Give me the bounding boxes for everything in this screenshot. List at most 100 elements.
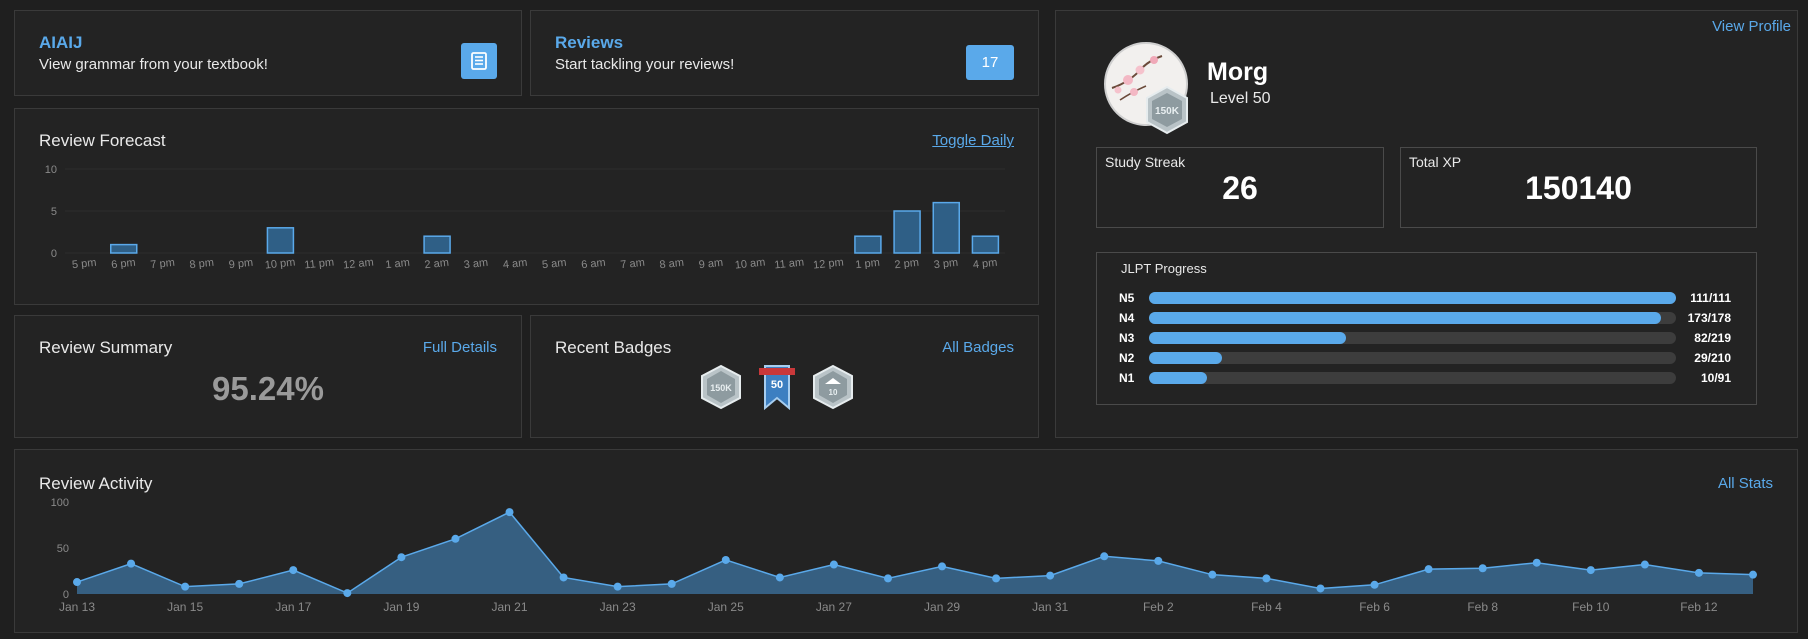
- activity-point: [1532, 558, 1541, 567]
- activity-point: [992, 574, 1001, 583]
- activity-point: [613, 582, 622, 591]
- forecast-x-tick: 5 am: [541, 257, 567, 269]
- reviews-card[interactable]: Reviews Start tackling your reviews! 17: [530, 10, 1039, 96]
- jlpt-row-n1: N1 10/91: [1119, 370, 1731, 386]
- jlpt-level-label: N2: [1119, 351, 1135, 365]
- activity-point: [1208, 570, 1217, 579]
- forecast-x-tick: 9 pm: [228, 257, 254, 269]
- activity-x-tick: Feb 12: [1680, 600, 1718, 614]
- activity-point: [451, 534, 460, 543]
- total-xp-value: 150140: [1525, 170, 1632, 206]
- activity-point: [1478, 564, 1487, 573]
- study-streak-value: 26: [1222, 170, 1258, 206]
- all-badges-link[interactable]: All Badges: [942, 339, 1014, 356]
- reviews-count-button[interactable]: 17: [966, 45, 1014, 80]
- jlpt-progress-fill: [1149, 312, 1662, 324]
- activity-point: [1749, 570, 1757, 579]
- jlpt-row-n2: N2 29/210: [1119, 350, 1731, 366]
- recent-badges-title: Recent Badges: [555, 338, 672, 357]
- reviews-card-title[interactable]: Reviews: [555, 33, 623, 53]
- xp-badge-icon: 150K: [1146, 85, 1188, 135]
- activity-x-tick: Jan 15: [167, 600, 203, 614]
- activity-point: [1640, 560, 1649, 569]
- total-xp-box: Total XP 150140: [1400, 147, 1757, 228]
- activity-x-tick: Jan 27: [816, 600, 852, 614]
- toggle-daily-link[interactable]: Toggle Daily: [932, 132, 1014, 149]
- badge-150k-label: 150K: [710, 383, 732, 393]
- forecast-bar: [932, 201, 960, 254]
- review-forecast-title: Review Forecast: [39, 131, 166, 150]
- badge-150k-icon[interactable]: 150K: [699, 364, 743, 410]
- forecast-x-tick: 11 am: [774, 256, 805, 269]
- forecast-x-tick: 8 am: [659, 257, 685, 269]
- badge-snow-icon[interactable]: 10: [811, 364, 855, 410]
- review-forecast-chart: 0 5 10 5 pm 6 pm 7 pm 8 pm 9 pm 10 pm 11 pm 12 am 1…: [45, 164, 1005, 269]
- forecast-y-tick: 10: [45, 164, 57, 176]
- avatar-badge-text: 150K: [1155, 106, 1180, 117]
- jlpt-level-label: N1: [1119, 371, 1135, 385]
- grammar-button[interactable]: [461, 43, 497, 79]
- activity-point: [397, 553, 406, 562]
- jlpt-row-n5: N5 111/111: [1119, 290, 1731, 306]
- forecast-x-tick: 7 pm: [150, 257, 176, 269]
- activity-x-tick: Feb 10: [1572, 600, 1610, 614]
- full-details-link[interactable]: Full Details: [423, 339, 497, 356]
- total-xp-label: Total XP: [1409, 154, 1462, 170]
- jlpt-row-n3: N3 82/219: [1119, 330, 1731, 346]
- grammar-card-title[interactable]: AIAIJ: [39, 33, 82, 53]
- activity-x-tick: Jan 21: [492, 600, 528, 614]
- activity-point: [235, 579, 244, 588]
- activity-x-tick: Feb 4: [1251, 600, 1282, 614]
- forecast-y-tick: 0: [51, 248, 57, 260]
- activity-area: [77, 512, 1753, 594]
- forecast-x-tick: 6 am: [581, 257, 607, 269]
- activity-point: [1046, 571, 1055, 580]
- grammar-card[interactable]: AIAIJ View grammar from your textbook!: [14, 10, 522, 96]
- jlpt-level-label: N4: [1119, 311, 1135, 325]
- reviews-card-subtitle: Start tackling your reviews!: [555, 56, 735, 73]
- jlpt-level-label: N3: [1119, 331, 1135, 345]
- jlpt-progress-value: 29/210: [1694, 351, 1731, 365]
- forecast-x-tick: 4 am: [502, 257, 528, 269]
- forecast-bar: [266, 227, 295, 254]
- activity-point: [1262, 574, 1271, 583]
- activity-point: [127, 559, 136, 568]
- activity-point: [289, 566, 298, 575]
- view-profile-link[interactable]: View Profile: [1712, 18, 1791, 35]
- activity-point: [73, 578, 81, 587]
- jlpt-row-n4: N4 173/178: [1119, 310, 1731, 326]
- jlpt-progress-value: 111/111: [1690, 291, 1731, 305]
- review-activity-panel: Review Activity All Stats 0 50 100 Jan 13 Ja…: [14, 449, 1798, 633]
- activity-point: [1694, 568, 1703, 577]
- badge-level-ribbon-icon[interactable]: 50: [755, 364, 799, 410]
- book-icon: [471, 52, 487, 70]
- forecast-x-tick: 11 pm: [304, 256, 335, 269]
- grammar-card-subtitle: View grammar from your textbook!: [39, 56, 268, 73]
- activity-point: [343, 589, 352, 598]
- activity-y-tick: 100: [51, 497, 69, 509]
- forecast-x-tick: 6 pm: [111, 257, 137, 269]
- activity-x-tick: Jan 13: [59, 600, 95, 614]
- jlpt-progress-fill: [1149, 292, 1676, 304]
- jlpt-progress-value: 82/219: [1694, 331, 1731, 345]
- profile-panel: View Profile 150K Morg Level 50 Study St…: [1055, 10, 1798, 438]
- review-summary-panel: Review Summary Full Details 95.24%: [14, 315, 522, 438]
- study-streak-box: Study Streak 26: [1096, 147, 1384, 228]
- jlpt-progress-value: 173/178: [1687, 311, 1731, 325]
- activity-point: [775, 573, 784, 582]
- activity-point: [829, 560, 838, 569]
- review-forecast-panel: Review Forecast Toggle Daily 0 5 10 5 pm 6 p…: [14, 108, 1039, 305]
- forecast-y-tick: 5: [51, 206, 57, 218]
- forecast-x-tick: 9 am: [698, 257, 724, 269]
- forecast-x-tick: 1 pm: [855, 257, 881, 269]
- forecast-x-tick: 12 pm: [813, 256, 845, 269]
- badge-snow-label: 10: [829, 388, 838, 397]
- activity-point: [1370, 580, 1379, 589]
- activity-x-tick: Feb 6: [1359, 600, 1390, 614]
- activity-x-tick: Jan 25: [708, 600, 744, 614]
- forecast-x-tick: 2 am: [424, 257, 450, 269]
- activity-point: [721, 555, 730, 564]
- forecast-bar: [423, 235, 451, 254]
- jlpt-progress-box: JLPT Progress N5 111/111 N4 173/178 N3 82/219…: [1096, 252, 1757, 405]
- jlpt-level-label: N5: [1119, 291, 1135, 305]
